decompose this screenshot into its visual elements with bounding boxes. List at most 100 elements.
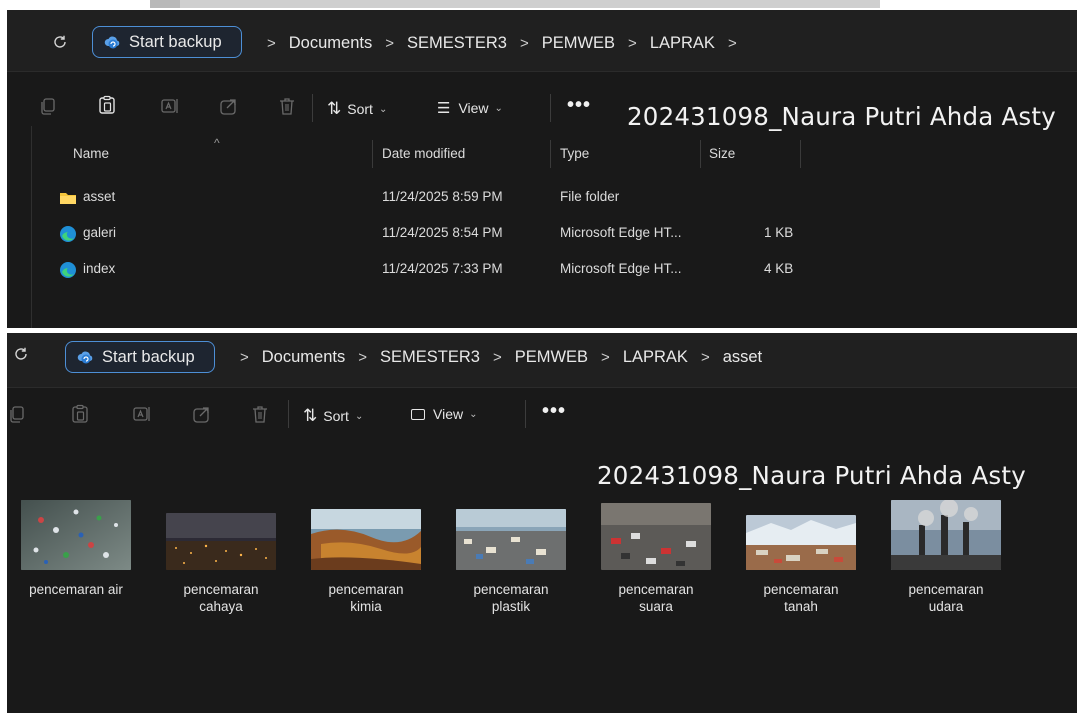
chevron-down-icon: ⌄ [494, 102, 503, 114]
image-label[interactable]: pencemaran air [11, 581, 141, 598]
file-name: index [83, 261, 116, 276]
command-bar: ⇅ Sort ⌄ ☰ View ⌄ ••• 202431098_Naura Pu… [7, 80, 1077, 138]
author-label: 202431098_Naura Putri Ahda Asty [627, 102, 1056, 131]
more-options-icon[interactable]: ••• [567, 94, 591, 117]
edge-icon [60, 226, 76, 242]
toolbar-divider [550, 94, 551, 122]
breadcrumb-semester3[interactable]: SEMESTER3 [407, 34, 507, 53]
image-thumbnail[interactable] [891, 500, 1001, 570]
breadcrumb-semester3[interactable]: SEMESTER3 [380, 348, 480, 367]
image-thumbnail[interactable] [601, 503, 711, 570]
chevron-down-icon: ⌄ [469, 408, 478, 420]
image-thumbnail[interactable] [166, 513, 276, 570]
file-date: 11/24/2025 7:33 PM [382, 261, 503, 276]
column-divider[interactable] [700, 140, 701, 168]
thumbnail-picture [166, 513, 276, 570]
breadcrumb-chevron-icon: > [601, 349, 610, 366]
toolbar-divider [312, 94, 313, 122]
delete-icon[interactable] [277, 96, 297, 116]
delete-icon[interactable] [250, 404, 270, 424]
image-label[interactable]: pencemaran tanah [736, 581, 866, 615]
sort-button[interactable]: ⇅ Sort ⌄ [327, 99, 387, 119]
image-thumbnail[interactable] [456, 509, 566, 570]
image-label-line1: pencemaran [473, 582, 549, 597]
column-header-type[interactable]: Type [560, 146, 589, 161]
share-icon[interactable] [192, 404, 212, 424]
paste-icon[interactable] [97, 95, 117, 115]
breadcrumb: > Documents > SEMESTER3 > PEMWEB > LAPRA… [227, 348, 762, 367]
breadcrumb-laprak[interactable]: LAPRAK [650, 34, 715, 53]
file-row[interactable]: asset 11/24/2025 8:59 PM File folder [37, 180, 797, 216]
rename-icon[interactable] [132, 404, 152, 424]
more-options-icon[interactable]: ••• [542, 400, 566, 423]
breadcrumb-pemweb[interactable]: PEMWEB [542, 34, 615, 53]
address-bar: Start backup > Documents > SEMESTER3 > P… [7, 10, 1077, 72]
start-backup-button[interactable]: Start backup [92, 26, 242, 58]
address-bar: Start backup > Documents > SEMESTER3 > P… [7, 333, 1077, 388]
paste-icon[interactable] [70, 404, 90, 424]
sort-button[interactable]: ⇅ Sort ⌄ [303, 406, 363, 426]
column-header-date[interactable]: Date modified [382, 146, 465, 161]
sort-ascending-icon: ^ [214, 136, 220, 150]
window-edge-top [180, 0, 880, 8]
edge-icon [60, 262, 76, 278]
thumbnail-picture [21, 500, 131, 570]
image-label-line1: pencemaran air [29, 582, 123, 597]
thumbnail-picture [456, 509, 566, 570]
refresh-icon[interactable] [52, 34, 68, 50]
thumbnail-picture [891, 500, 1001, 570]
breadcrumb-laprak[interactable]: LAPRAK [623, 348, 688, 367]
command-bar: ⇅ Sort ⌄ View ⌄ ••• [7, 390, 1077, 448]
view-button[interactable]: ☰ View ⌄ [437, 99, 503, 117]
column-divider[interactable] [372, 140, 373, 168]
view-label: View [458, 100, 489, 116]
breadcrumb-chevron-icon: > [628, 35, 637, 52]
image-label[interactable]: pencemaran plastik [446, 581, 576, 615]
share-icon[interactable] [219, 96, 239, 116]
start-backup-label: Start backup [129, 32, 222, 51]
chevron-down-icon: ⌄ [354, 410, 364, 422]
image-label-line1: pencemaran [328, 582, 404, 597]
copy-icon[interactable] [38, 96, 58, 116]
image-label-line2: tanah [784, 599, 818, 614]
column-divider[interactable] [800, 140, 801, 168]
breadcrumb-chevron-icon: > [519, 35, 529, 52]
image-thumbnail[interactable] [746, 515, 856, 570]
breadcrumb-documents[interactable]: Documents [262, 348, 345, 367]
image-thumbnail[interactable] [311, 509, 421, 570]
sort-arrows-icon: ⇅ [327, 99, 342, 118]
breadcrumb-asset[interactable]: asset [723, 348, 762, 367]
file-name: galeri [83, 225, 117, 240]
view-label: View [433, 406, 464, 422]
image-label[interactable]: pencemaran suara [591, 581, 721, 615]
cloud-backup-icon [104, 36, 120, 49]
breadcrumb-chevron-icon: > [240, 349, 249, 366]
breadcrumb-pemweb[interactable]: PEMWEB [515, 348, 588, 367]
column-divider[interactable] [550, 140, 551, 168]
image-label[interactable]: pencemaran cahaya [156, 581, 286, 615]
sort-arrows-icon: ⇅ [303, 406, 318, 425]
image-label-line1: pencemaran [183, 582, 259, 597]
chevron-down-icon: ⌄ [378, 103, 388, 115]
start-backup-button[interactable]: Start backup [65, 341, 215, 373]
sort-label: Sort [323, 408, 349, 424]
column-header-size[interactable]: Size [709, 146, 735, 161]
copy-icon[interactable] [7, 404, 27, 424]
file-type: File folder [560, 189, 620, 204]
image-label[interactable]: pencemaran udara [881, 581, 1011, 615]
breadcrumb-chevron-icon: > [385, 35, 394, 52]
file-row[interactable]: galeri 11/24/2025 8:54 PM Microsoft Edge H… [37, 216, 797, 252]
view-button[interactable]: View ⌄ [411, 406, 477, 422]
author-label: 202431098_Naura Putri Ahda Asty [597, 461, 1026, 490]
breadcrumb-chevron-icon: > [492, 349, 502, 366]
rename-icon[interactable] [160, 96, 180, 116]
column-header-name[interactable]: Name [73, 146, 109, 161]
refresh-icon[interactable] [13, 346, 29, 362]
file-row[interactable]: index 11/24/2025 7:33 PM Microsoft Edge HT… [37, 252, 797, 288]
image-label[interactable]: pencemaran kimia [301, 581, 431, 615]
image-thumbnail[interactable] [21, 500, 131, 570]
breadcrumb-documents[interactable]: Documents [289, 34, 372, 53]
view-tiles-icon [411, 408, 425, 420]
thumbnail-picture [311, 509, 421, 570]
breadcrumb-chevron-icon: > [358, 349, 367, 366]
